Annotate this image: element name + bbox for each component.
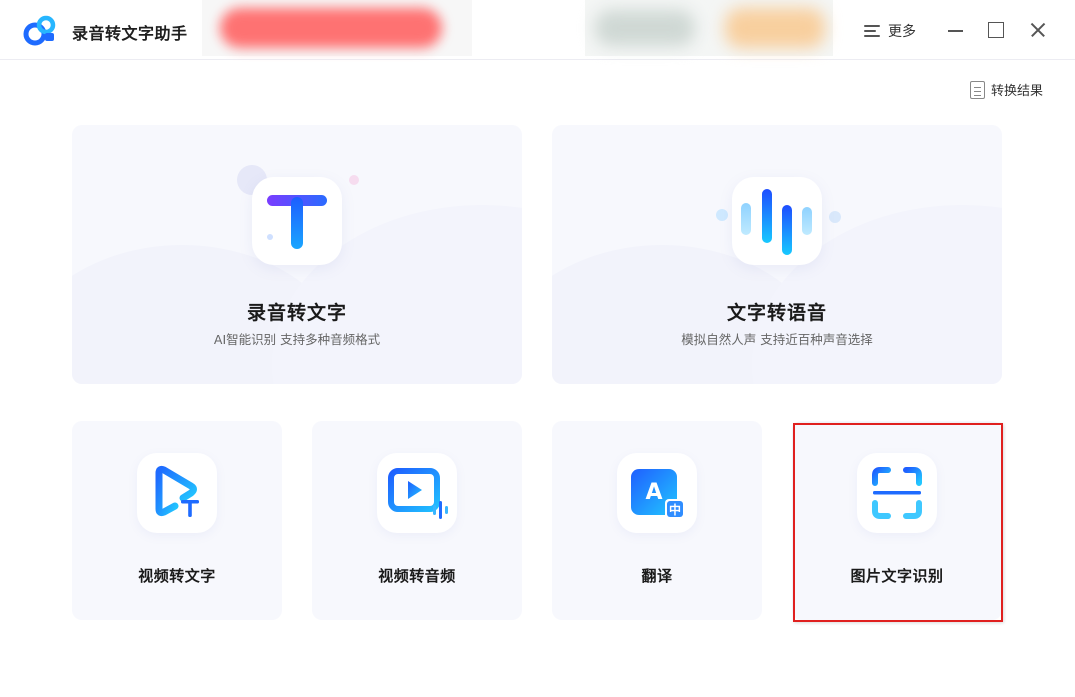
feature-subtitle: 模拟自然人声 支持近百种声音选择 <box>681 332 873 347</box>
conversion-result-label: 转换结果 <box>991 84 1044 99</box>
text-t-icon <box>252 177 342 265</box>
minimize-button[interactable] <box>944 18 968 42</box>
more-menu-button[interactable]: 更多 <box>864 20 916 42</box>
tool-card-video-to-audio[interactable]: 视频转音频 <box>312 421 522 620</box>
tool-title: 视频转文字 <box>138 567 216 585</box>
tool-card-translate[interactable]: A 中 翻译 <box>552 421 762 620</box>
feature-title: 文字转语音 <box>726 302 827 324</box>
app-logo-icon <box>23 15 56 46</box>
translate-icon: A 中 <box>617 453 697 533</box>
feature-card-text-to-speech[interactable]: 文字转语音 模拟自然人声 支持近百种声音选择 <box>552 125 1002 384</box>
voice-wave-icon <box>732 177 822 265</box>
app-title: 录音转文字助手 <box>72 24 188 43</box>
promo-banner-blurred[interactable] <box>585 0 833 56</box>
feature-title: 录音转文字 <box>246 302 347 324</box>
feature-card-audio-to-text[interactable]: 录音转文字 AI智能识别 支持多种音频格式 <box>72 125 522 384</box>
ad-banner-blurred[interactable] <box>202 0 472 56</box>
close-button[interactable] <box>1026 18 1050 42</box>
more-menu-label: 更多 <box>888 24 916 40</box>
title-bar: 录音转文字助手 更多 <box>0 0 1075 60</box>
ocr-scan-icon <box>857 453 937 533</box>
conversion-result-button[interactable]: 转换结果 <box>970 80 1043 99</box>
video-to-audio-icon <box>377 453 457 533</box>
tool-title: 图片文字识别 <box>850 567 944 585</box>
svg-text:A: A <box>645 480 662 505</box>
tool-card-video-to-text[interactable]: 视频转文字 <box>72 421 282 620</box>
tool-title: 视频转音频 <box>378 567 456 585</box>
document-icon <box>970 80 985 99</box>
tool-title: 翻译 <box>641 567 673 585</box>
svg-text:中: 中 <box>669 502 681 517</box>
tool-card-image-ocr[interactable]: 图片文字识别 <box>792 421 1002 620</box>
video-to-text-icon <box>137 453 217 533</box>
maximize-button[interactable] <box>984 18 1008 42</box>
hamburger-icon <box>864 25 880 37</box>
feature-subtitle: AI智能识别 支持多种音频格式 <box>213 332 381 347</box>
